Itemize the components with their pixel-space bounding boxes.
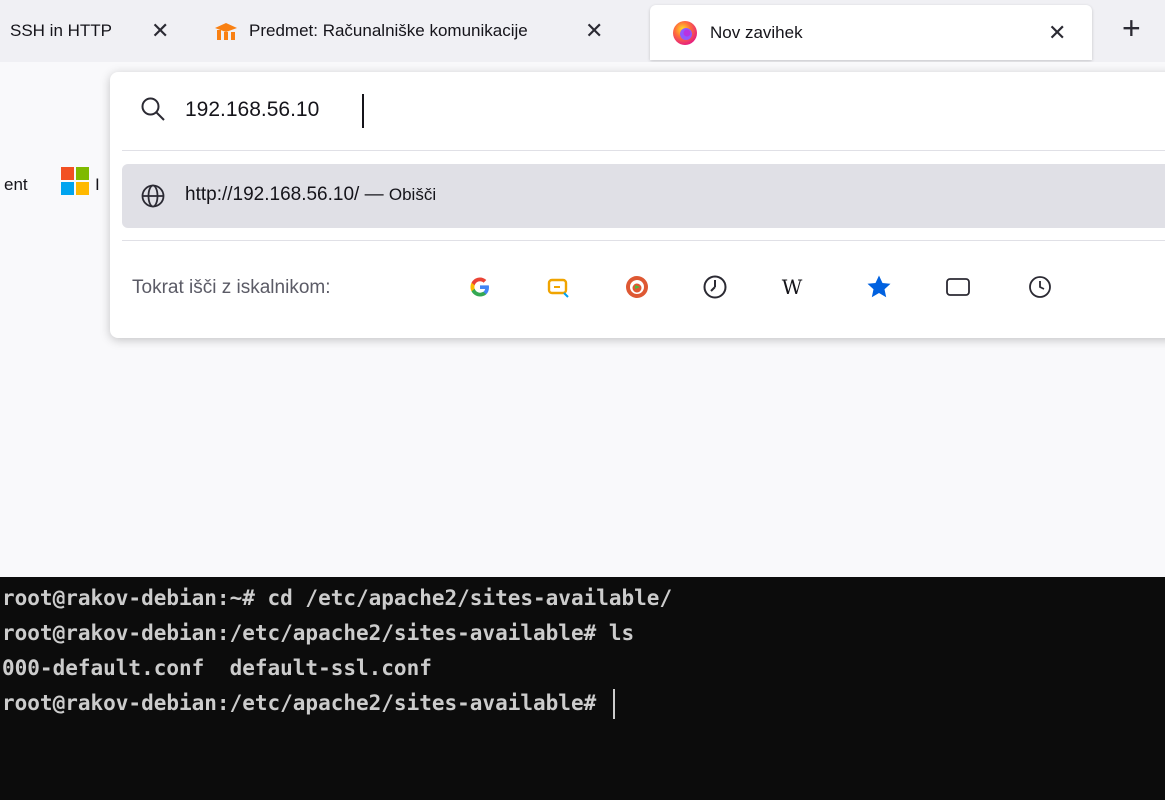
text-caret (362, 94, 364, 128)
terminal-window[interactable]: root@rakov-debian:~# cd /etc/apache2/sit… (0, 577, 1165, 800)
tab-label: Nov zavihek (710, 22, 803, 42)
terminal-prompt: root@rakov-debian:/etc/apache2/sites-ava… (2, 691, 609, 715)
microsoft-icon[interactable] (60, 166, 90, 196)
tab-strip: SSH in HTTP ✕ Predmet: Računalniške komu… (0, 0, 1165, 62)
divider (122, 240, 1165, 241)
firefox-icon (673, 20, 697, 45)
bookmarks-star-icon[interactable] (862, 270, 896, 304)
tab-nov-zavihek[interactable]: Nov zavihek ✕ (650, 5, 1092, 60)
terminal-line: root@rakov-debian:~# cd /etc/apache2/sit… (2, 586, 673, 610)
divider (122, 150, 1165, 151)
terminal-cursor (612, 689, 615, 719)
new-tab-button[interactable]: + (1122, 12, 1141, 44)
duckduckgo-icon[interactable] (620, 270, 654, 304)
suggestion-separator: — (359, 184, 389, 205)
suggestion-url: http://192.168.56.10/ (185, 184, 360, 205)
moodle-icon (215, 23, 237, 40)
url-input[interactable] (185, 92, 1085, 128)
wikipedia-icon[interactable]: W (775, 270, 809, 304)
tab-predmet[interactable]: Predmet: Računalniške komunikacije ✕ (213, 0, 633, 62)
svg-text:W: W (782, 275, 803, 299)
suggestion-text: http://192.168.56.10/ — Obišči (185, 184, 436, 206)
bing-icon[interactable] (541, 270, 575, 304)
history-icon[interactable] (1023, 270, 1057, 304)
terminal-line: 000-default.conf default-ssl.conf (2, 656, 432, 680)
tab-label: SSH in HTTP (10, 21, 113, 40)
search-engines-row: Tokrat išči z iskalnikom: W (110, 262, 1165, 312)
bookmark-item[interactable]: I (95, 175, 100, 195)
engines-label: Tokrat išči z iskalnikom: (132, 277, 331, 298)
search-icon (141, 97, 165, 121)
terminal-prompt-line: root@rakov-debian:/etc/apache2/sites-ava… (2, 686, 1165, 721)
google-icon[interactable] (463, 270, 497, 304)
globe-icon (141, 184, 165, 208)
url-suggestion[interactable]: http://192.168.56.10/ — Obišči (122, 164, 1165, 228)
close-icon[interactable]: ✕ (151, 20, 169, 42)
close-icon[interactable]: ✕ (585, 20, 603, 42)
terminal-line: root@rakov-debian:/etc/apache2/sites-ava… (2, 621, 635, 645)
urlbar-dropdown: http://192.168.56.10/ — Obišči Tokrat iš… (110, 72, 1165, 338)
tab-label: Predmet: Računalniške komunikacije (249, 21, 528, 40)
tabs-icon[interactable] (941, 270, 975, 304)
ecosia-icon[interactable] (698, 270, 732, 304)
tab-ssh-http[interactable]: SSH in HTTP ✕ (0, 0, 185, 62)
suggestion-action: Obišči (388, 185, 437, 204)
bookmark-item[interactable]: ent (4, 175, 28, 195)
close-icon[interactable]: ✕ (1048, 21, 1066, 44)
